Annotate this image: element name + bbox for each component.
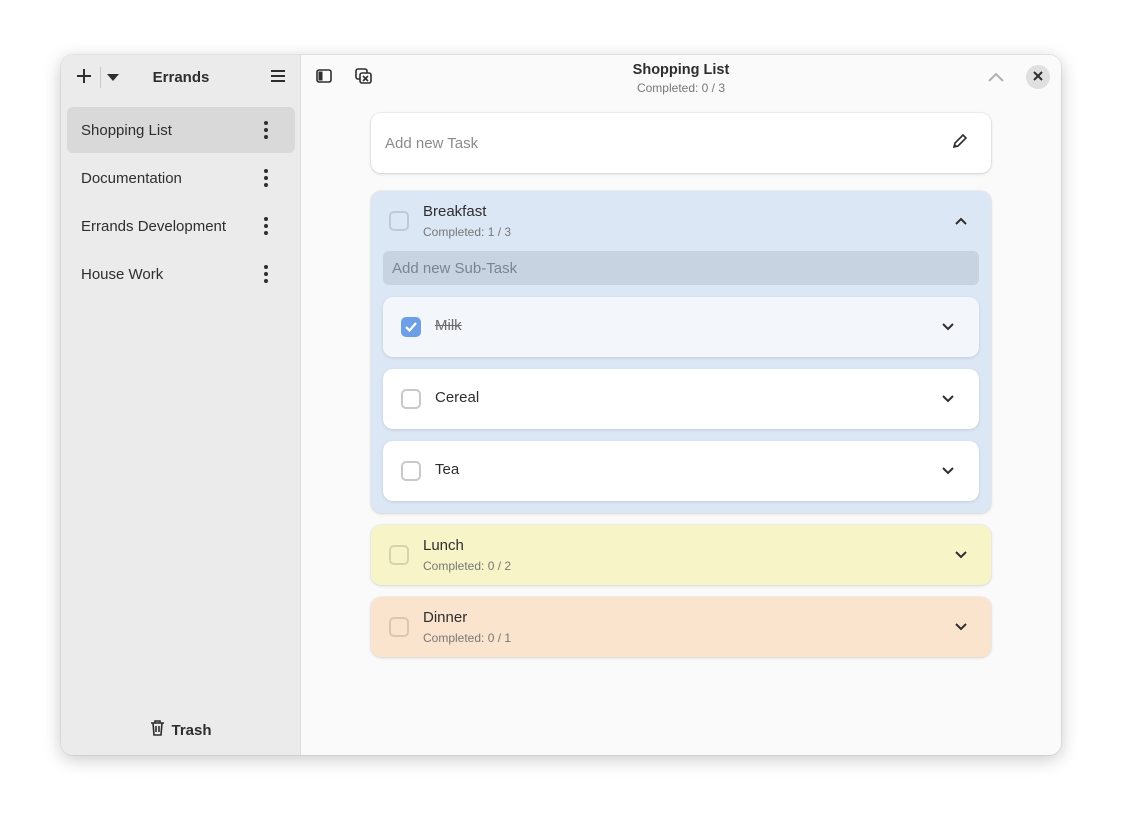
subtask-checkbox[interactable] xyxy=(401,461,421,481)
add-task-input[interactable] xyxy=(371,113,931,173)
subtask-card-milk: Milk xyxy=(383,297,979,357)
subtask-title: Milk xyxy=(435,317,462,334)
subtask-checkbox[interactable] xyxy=(401,317,421,337)
chevron-up-icon xyxy=(955,212,967,230)
task-title: Lunch xyxy=(423,537,464,554)
subtask-card-tea: Tea xyxy=(383,441,979,501)
task-title: Dinner xyxy=(423,609,468,626)
subtask-card-cereal: Cereal xyxy=(383,369,979,429)
app-window: Errands Shopping List Documentation Erra… xyxy=(61,55,1061,755)
sidebar-item-label: Errands Development xyxy=(81,217,227,235)
pencil-icon xyxy=(952,133,968,154)
page-subtitle: Completed: 0 / 3 xyxy=(636,81,726,95)
sidebar-item-house-work[interactable]: House Work xyxy=(67,251,295,297)
task-checkbox[interactable] xyxy=(389,617,409,637)
chevron-up-icon xyxy=(988,69,1004,87)
chevron-down-icon xyxy=(942,462,954,480)
task-completed-count: Completed: 0 / 2 xyxy=(423,559,512,573)
sidebar-item-label: House Work xyxy=(81,265,164,283)
more-options-icon[interactable] xyxy=(254,118,278,142)
sidebar-list: Shopping List Documentation Errands Deve… xyxy=(67,107,295,299)
sidebar-item-documentation[interactable]: Documentation xyxy=(67,155,295,201)
subtask-title: Cereal xyxy=(435,389,480,406)
main-content: Shopping List Completed: 0 / 3 Breakfas xyxy=(301,55,1061,755)
add-task-entry xyxy=(371,113,991,173)
sidebar-item-label: Documentation xyxy=(81,169,182,187)
task-completed-count: Completed: 1 / 3 xyxy=(423,225,512,239)
more-options-icon[interactable] xyxy=(254,262,278,286)
expand-button[interactable] xyxy=(951,617,971,637)
task-checkbox[interactable] xyxy=(389,545,409,565)
scroll-up-button[interactable] xyxy=(985,67,1007,89)
expand-button[interactable] xyxy=(951,545,971,565)
more-options-icon[interactable] xyxy=(254,166,278,190)
chevron-down-icon xyxy=(955,546,967,564)
trash-label: Trash xyxy=(171,721,212,739)
task-card-dinner: Dinner Completed: 0 / 1 xyxy=(371,597,991,657)
close-icon xyxy=(1033,68,1043,86)
subtask-checkbox[interactable] xyxy=(401,389,421,409)
expand-button[interactable] xyxy=(938,461,958,481)
collapse-button[interactable] xyxy=(951,211,971,231)
main-menu-button[interactable] xyxy=(264,64,292,92)
checkmark-icon xyxy=(405,322,417,333)
task-card-lunch: Lunch Completed: 0 / 2 xyxy=(371,525,991,585)
close-window-button[interactable] xyxy=(1026,65,1050,89)
sidebar-item-label: Shopping List xyxy=(81,121,172,139)
trash-icon xyxy=(150,720,165,740)
sidebar: Errands Shopping List Documentation Erra… xyxy=(61,55,301,755)
hamburger-icon xyxy=(270,69,286,88)
edit-button[interactable] xyxy=(949,132,971,154)
task-title: Breakfast xyxy=(423,203,487,220)
task-card-breakfast: Breakfast Completed: 1 / 3 Milk xyxy=(371,191,991,513)
chevron-down-icon xyxy=(955,618,967,636)
add-subtask-input[interactable] xyxy=(383,251,979,285)
task-checkbox[interactable] xyxy=(389,211,409,231)
chevron-down-icon xyxy=(942,390,954,408)
expand-button[interactable] xyxy=(938,317,958,337)
page-title: Shopping List xyxy=(632,62,730,78)
task-completed-count: Completed: 0 / 1 xyxy=(423,631,512,645)
sidebar-item-shopping-list[interactable]: Shopping List xyxy=(67,107,295,153)
subtask-title: Tea xyxy=(435,461,460,478)
chevron-down-icon xyxy=(942,318,954,336)
more-options-icon[interactable] xyxy=(254,214,278,238)
sidebar-item-errands-development[interactable]: Errands Development xyxy=(67,203,295,249)
sidebar-header: Errands xyxy=(61,55,301,101)
expand-button[interactable] xyxy=(938,389,958,409)
trash-button[interactable]: Trash xyxy=(61,717,301,743)
